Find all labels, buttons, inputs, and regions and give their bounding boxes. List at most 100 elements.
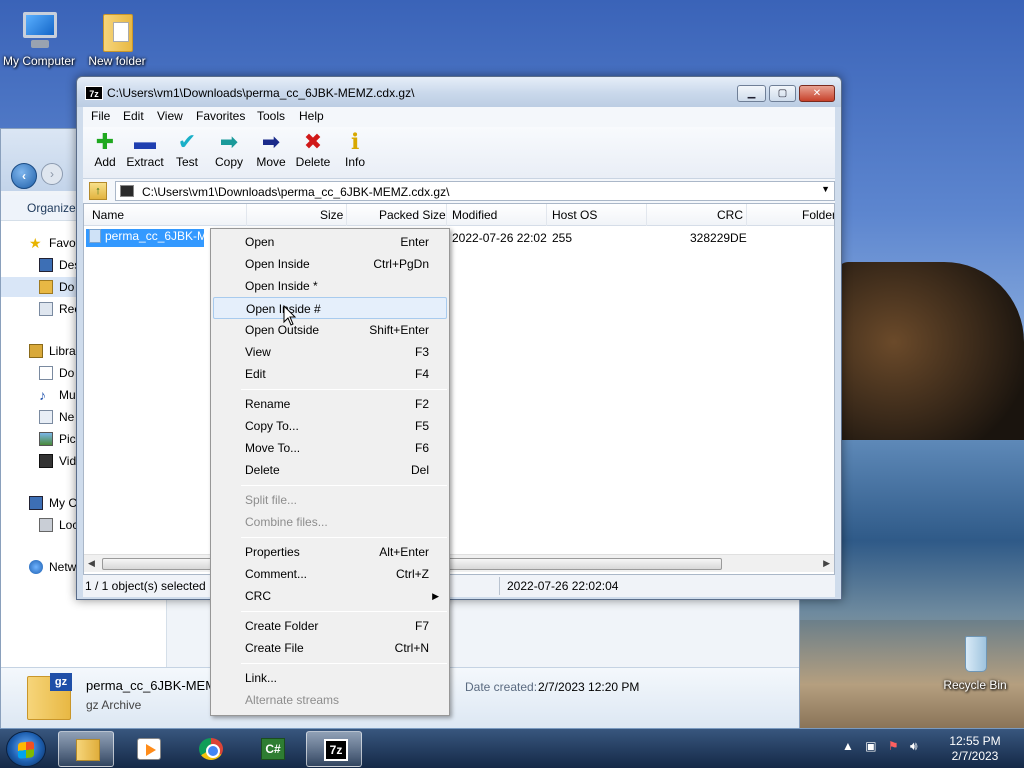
window-title: C:\Users\vm1\Downloads\perma_cc_6JBK-MEM… [107, 86, 415, 100]
menu-view[interactable]: View [157, 109, 183, 123]
horizontal-scrollbar[interactable]: ◀ ▶ [84, 554, 834, 572]
title-bar[interactable]: 7z C:\Users\vm1\Downloads\perma_cc_6JBK-… [77, 77, 841, 107]
context-menu: Open Enter Open Inside Ctrl+PgDn Open In… [210, 228, 450, 716]
minimize-button[interactable]: ▁ [737, 85, 766, 102]
clock-time: 12:55 PM [949, 734, 1001, 748]
archive-path-icon [120, 185, 134, 197]
pictures-icon [39, 432, 53, 446]
back-arrow-icon[interactable]: ‹ [11, 163, 37, 189]
column-header-crc[interactable]: CRC [717, 208, 743, 222]
delete-x-icon: ✖ [303, 129, 323, 154]
menu-item-link[interactable]: Link... [213, 667, 447, 689]
add-button[interactable]: ✚ Add [83, 129, 127, 177]
volume-icon[interactable]: 🔊︎ [910, 739, 918, 754]
menu-item-comment[interactable]: Comment... Ctrl+Z [213, 563, 447, 585]
details-filename: perma_cc_6JBK-MEMZ [86, 678, 224, 693]
scroll-right-icon[interactable]: ▶ [823, 558, 830, 569]
menu-item-alternate-streams: Alternate streams [245, 693, 340, 707]
menu-item-properties[interactable]: Properties Alt+Enter [213, 541, 447, 563]
menu-edit[interactable]: Edit [123, 109, 144, 123]
address-field[interactable]: C:\Users\vm1\Downloads\perma_cc_6JBK-MEM… [115, 181, 835, 201]
row-name-cell[interactable]: perma_cc_6JBK-MEMZ.cdx [86, 229, 204, 247]
csharp-icon: C# [261, 738, 285, 760]
menu-file[interactable]: File [91, 109, 110, 123]
menu-item-view[interactable]: View F3 [213, 341, 447, 363]
move-arrow-icon: ➡ [261, 129, 281, 154]
clock[interactable]: 12:55 PM 2/7/2023 [940, 734, 1010, 764]
info-icon: ℹ [350, 129, 360, 154]
menu-favorites[interactable]: Favorites [196, 109, 245, 123]
column-header-host-os[interactable]: Host OS [552, 208, 597, 222]
minus-icon: ▬ [134, 129, 156, 154]
taskbar: C# 7z ▲ ▣ ⚑ 🔊︎ 12:55 PM 2/7/2023 [0, 728, 1024, 768]
copy-arrow-icon: ➡ [219, 129, 239, 154]
details-file-type: gz Archive [86, 698, 142, 712]
taskbar-csharp[interactable]: C# [244, 731, 300, 767]
wallpaper-rock [838, 262, 1024, 462]
delete-button[interactable]: ✖ Delete [291, 129, 335, 177]
menu-item-combine-files: Combine files... [245, 515, 328, 529]
menu-item-open-inside-star[interactable]: Open Inside * [213, 275, 447, 297]
folder-up-icon[interactable]: ↑ [89, 182, 107, 200]
scroll-left-icon[interactable]: ◀ [88, 558, 95, 569]
column-header-size[interactable]: Size [320, 208, 343, 222]
column-header-packed-size[interactable]: Packed Size [379, 208, 446, 222]
chrome-icon [199, 738, 223, 760]
menu-item-copy-to[interactable]: Copy To... F5 [213, 415, 447, 437]
sevenzip-icon: 7z [324, 739, 348, 761]
forward-arrow-icon[interactable]: › [41, 163, 63, 185]
menu-item-create-file[interactable]: Create File Ctrl+N [213, 637, 447, 659]
menu-item-open[interactable]: Open Enter [213, 231, 447, 253]
taskbar-chrome[interactable] [182, 731, 238, 767]
show-hidden-icons-icon[interactable]: ▲ [842, 739, 854, 753]
move-button[interactable]: ➡ Move [249, 129, 293, 177]
menu-item-open-inside[interactable]: Open Inside Ctrl+PgDn [213, 253, 447, 275]
menu-item-open-outside[interactable]: Open Outside Shift+Enter [213, 319, 447, 341]
system-tray: ▲ ▣ ⚑ 🔊︎ [842, 739, 926, 754]
taskbar-7zip[interactable]: 7z [306, 731, 362, 767]
menu-item-rename[interactable]: Rename F2 [213, 393, 447, 415]
network-status-icon[interactable]: ▣ [865, 739, 876, 753]
row-modified: 2022-07-26 22:02 [452, 231, 547, 245]
gz-archive-icon: gz [27, 673, 72, 720]
list-header: Name Size Packed Size Modified Host OS C… [84, 204, 834, 226]
organize-button[interactable]: Organize [27, 201, 76, 215]
new-library-icon [39, 410, 53, 424]
menu-item-move-to[interactable]: Move To... F6 [213, 437, 447, 459]
column-header-folder[interactable]: Folder [802, 208, 834, 222]
extract-button[interactable]: ▬ Extract [123, 129, 167, 177]
column-header-modified[interactable]: Modified [452, 208, 497, 222]
menu-item-edit[interactable]: Edit F4 [213, 363, 447, 385]
copy-button[interactable]: ➡ Copy [207, 129, 251, 177]
row-crc: 328229DE [690, 231, 747, 245]
close-button[interactable]: ✕ [799, 85, 835, 102]
documents-icon [39, 366, 53, 380]
info-button[interactable]: ℹ Info [333, 129, 377, 177]
submenu-arrow-icon: ▶ [432, 591, 439, 601]
desktop-icon [39, 258, 53, 272]
file-list: Name Size Packed Size Modified Host OS C… [83, 203, 835, 575]
desktop-icon-new-folder[interactable]: New folder [72, 8, 162, 68]
chevron-down-icon[interactable]: ▼ [821, 184, 830, 194]
windows-logo-icon [18, 741, 34, 759]
desktop-icon-recycle-bin[interactable]: Recycle Bin [930, 632, 1020, 692]
menu-help[interactable]: Help [299, 109, 324, 123]
test-button[interactable]: ✔ Test [165, 129, 209, 177]
taskbar-explorer[interactable] [58, 731, 114, 767]
status-selected: 1 / 1 object(s) selected [85, 579, 206, 593]
action-center-flag-icon[interactable]: ⚑ [888, 739, 899, 753]
menu-item-open-inside-hash[interactable]: Open Inside # [213, 297, 447, 319]
column-header-name[interactable]: Name [92, 208, 124, 222]
menu-tools[interactable]: Tools [257, 109, 285, 123]
local-disk-icon [39, 518, 53, 532]
menu-item-delete[interactable]: Delete Del [213, 459, 447, 481]
taskbar-media-player[interactable] [120, 731, 176, 767]
network-icon [29, 560, 43, 574]
menu-bar: File Edit View Favorites Tools Help [83, 107, 835, 127]
menu-item-create-folder[interactable]: Create Folder F7 [213, 615, 447, 637]
start-button[interactable] [6, 731, 46, 767]
table-row[interactable]: perma_cc_6JBK-MEMZ.cdx 2022-07-26 22:02 … [84, 228, 834, 248]
menu-item-crc[interactable]: CRC ▶ [213, 585, 447, 607]
maximize-button[interactable]: ▢ [769, 85, 796, 102]
computer-icon [29, 496, 43, 510]
